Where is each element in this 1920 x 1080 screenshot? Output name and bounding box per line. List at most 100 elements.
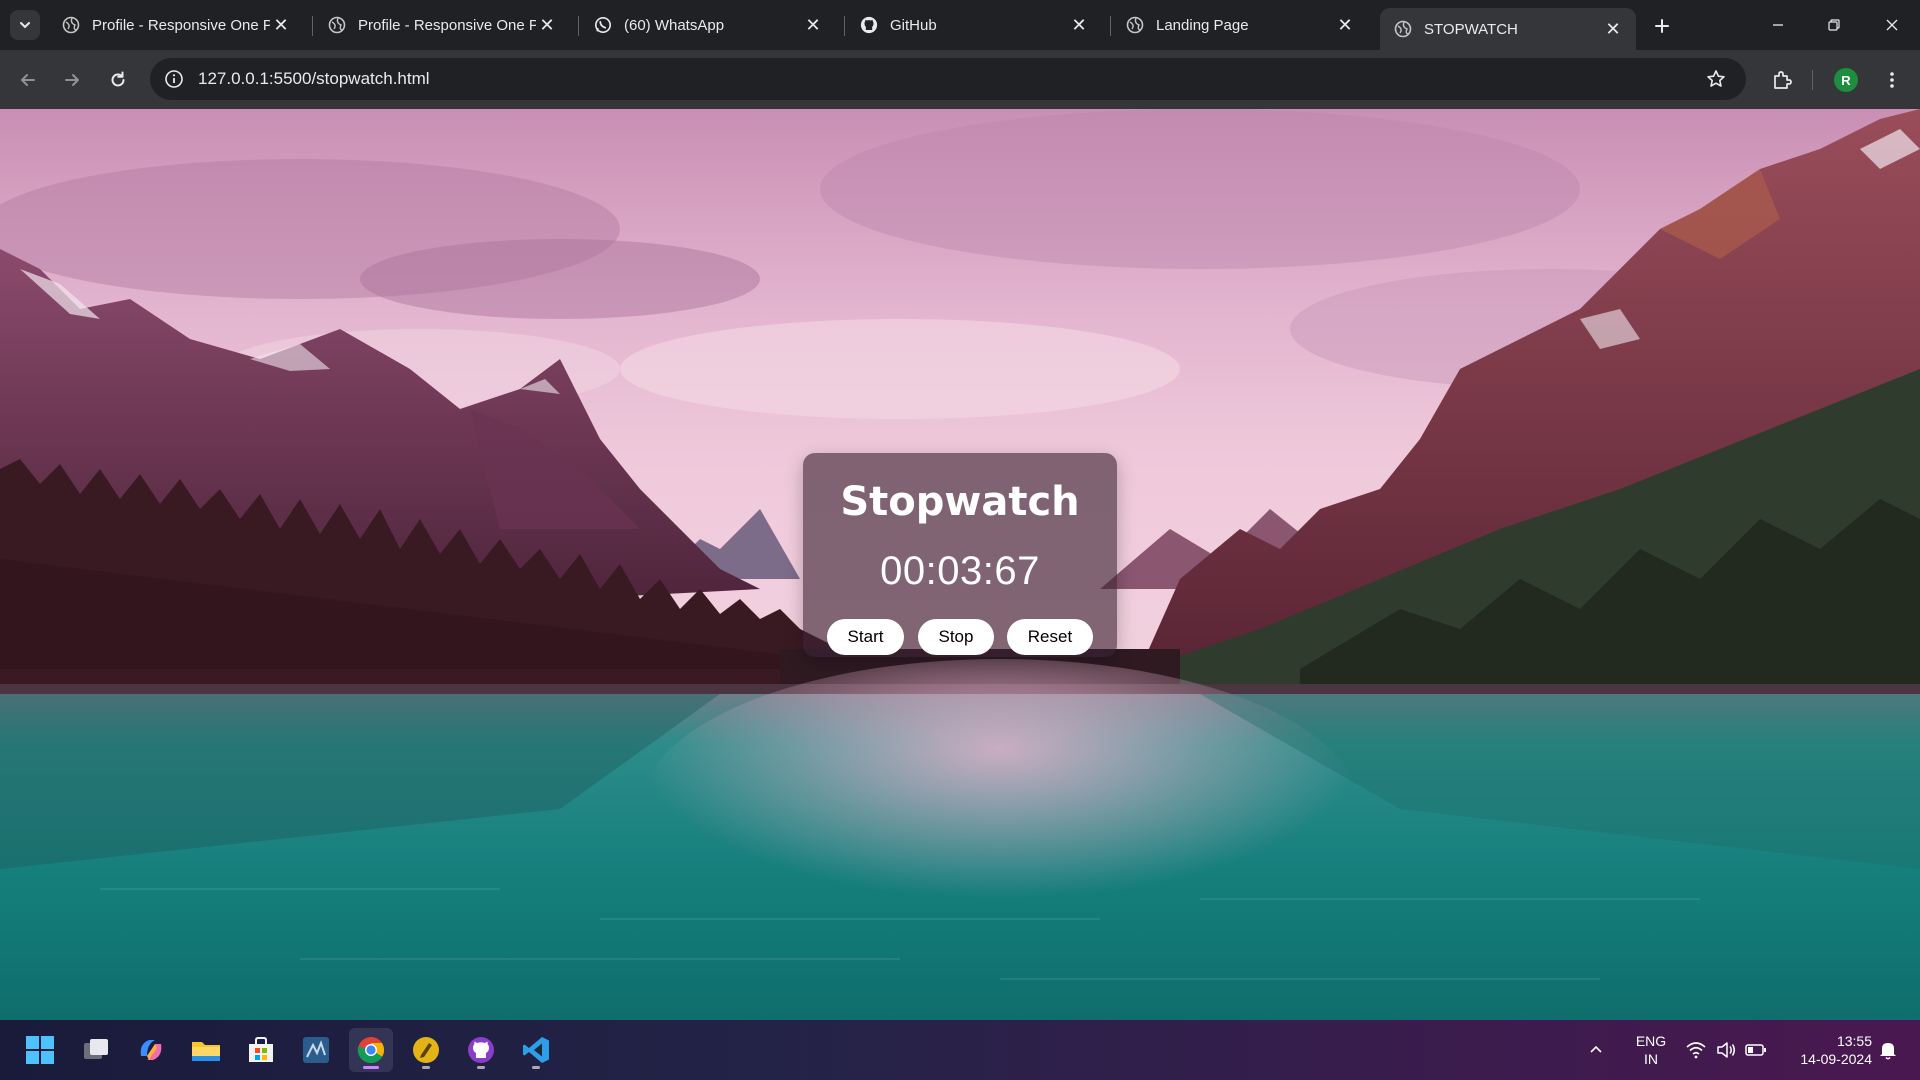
tab-title: Profile - Responsive One P <box>92 16 270 34</box>
stopwatch-display: 00:03:67 <box>880 549 1040 593</box>
tab-search-button[interactable] <box>10 10 40 40</box>
copilot-icon <box>140 1040 162 1060</box>
windows-start-icon <box>26 1036 54 1064</box>
github-desktop-icon <box>468 1037 494 1063</box>
running-indicator <box>477 1066 485 1069</box>
battery-icon <box>1745 1044 1766 1056</box>
vscode-button[interactable] <box>514 1028 558 1072</box>
browser-tab[interactable]: Profile - Responsive One P ✕ <box>48 8 304 42</box>
browser-tab[interactable]: Landing Page ✕ <box>1112 8 1368 42</box>
close-tab-icon[interactable]: ✕ <box>536 14 558 36</box>
running-indicator <box>532 1066 540 1069</box>
notes-app-icon <box>413 1037 439 1063</box>
file-explorer-button[interactable] <box>184 1028 228 1072</box>
show-hidden-icons-button[interactable] <box>1580 1034 1612 1066</box>
globe-icon <box>1126 16 1144 34</box>
tab-divider <box>844 16 845 36</box>
volume-button[interactable] <box>1710 1034 1742 1066</box>
browser-toolbar: 127.0.0.1:5500/stopwatch.html R <box>0 50 1920 109</box>
globe-icon <box>328 16 346 34</box>
battery-button[interactable] <box>1740 1034 1772 1066</box>
tab-divider <box>1110 16 1111 36</box>
tab-title: GitHub <box>890 16 937 34</box>
running-indicator <box>363 1066 379 1069</box>
input-language-indicator[interactable]: ENG IN <box>1628 1032 1674 1068</box>
close-tab-icon[interactable]: ✕ <box>1334 14 1356 36</box>
browser-menu-button[interactable] <box>1876 64 1908 96</box>
toolbar-divider <box>1812 70 1813 90</box>
new-tab-button[interactable] <box>1648 12 1676 40</box>
stop-button[interactable]: Stop <box>918 619 994 655</box>
arrow-right-icon <box>65 74 79 86</box>
more-vertical-icon <box>1890 72 1894 88</box>
back-button[interactable] <box>12 64 44 96</box>
start-button[interactable] <box>18 1028 62 1072</box>
browser-tab[interactable]: (60) WhatsApp ✕ <box>580 8 836 42</box>
forward-button[interactable] <box>56 64 88 96</box>
avatar: R <box>1834 68 1858 92</box>
notifications-button[interactable] <box>1872 1034 1904 1066</box>
close-tab-icon[interactable]: ✕ <box>802 14 824 36</box>
stopwatch-card: Stopwatch 00:03:67 Start Stop Reset <box>803 453 1117 657</box>
stopwatch-title: Stopwatch <box>840 479 1080 525</box>
microsoft-store-button[interactable] <box>239 1028 283 1072</box>
github-desktop-button[interactable] <box>459 1028 503 1072</box>
system-clock[interactable]: 13:55 14-09-2024 <box>1774 1032 1872 1068</box>
chevron-down-icon <box>20 22 30 29</box>
file-explorer-icon <box>192 1042 220 1061</box>
site-info-icon[interactable] <box>162 67 186 91</box>
tab-divider <box>578 16 579 36</box>
browser-tab[interactable]: GitHub ✕ <box>846 8 1102 42</box>
globe-icon <box>62 16 80 34</box>
minimize-button[interactable] <box>1756 8 1800 42</box>
reset-button[interactable]: Reset <box>1007 619 1093 655</box>
bell-icon <box>1880 1043 1896 1060</box>
microsoft-store-icon <box>249 1037 273 1062</box>
task-view-button[interactable] <box>74 1028 118 1072</box>
notes-app-button[interactable] <box>404 1028 448 1072</box>
language-code: ENG <box>1635 1033 1667 1049</box>
start-button[interactable]: Start <box>827 619 904 655</box>
browser-tab-active[interactable]: STOPWATCH ✕ <box>1380 8 1636 50</box>
windows-taskbar: ENG IN 13:55 14-09-2024 <box>0 1020 1920 1080</box>
restore-button[interactable] <box>1812 8 1856 42</box>
reload-icon <box>111 71 125 87</box>
task-view-icon <box>84 1039 108 1059</box>
vscode-icon <box>523 1037 549 1063</box>
close-window-button[interactable] <box>1870 8 1914 42</box>
tab-title: Profile - Responsive One P <box>358 16 536 34</box>
puzzle-icon <box>1774 71 1792 89</box>
arrow-left-icon <box>21 74 35 86</box>
close-tab-icon[interactable]: ✕ <box>1068 14 1090 36</box>
close-tab-icon[interactable]: ✕ <box>270 14 292 36</box>
restore-icon <box>1828 19 1840 31</box>
clock-time: 13:55 <box>1836 1033 1872 1049</box>
minimize-icon <box>1773 24 1783 26</box>
page-viewport: Stopwatch 00:03:67 Start Stop Reset <box>0 109 1920 1020</box>
reload-button[interactable] <box>102 64 134 96</box>
wifi-icon <box>1686 1042 1706 1059</box>
mysql-workbench-button[interactable] <box>294 1028 338 1072</box>
mysql-workbench-icon <box>303 1037 329 1063</box>
extensions-button[interactable] <box>1766 64 1798 96</box>
bookmark-star-icon[interactable] <box>1700 63 1732 95</box>
tab-divider <box>312 16 313 36</box>
browser-tab[interactable]: Profile - Responsive One P ✕ <box>314 8 570 42</box>
globe-icon <box>1394 20 1412 38</box>
chrome-taskbar-button[interactable] <box>349 1028 393 1072</box>
chrome-icon <box>357 1037 385 1064</box>
network-button[interactable] <box>1680 1034 1712 1066</box>
address-bar[interactable]: 127.0.0.1:5500/stopwatch.html <box>150 58 1746 100</box>
copilot-button[interactable] <box>129 1028 173 1072</box>
close-icon <box>1886 19 1898 31</box>
close-tab-icon[interactable]: ✕ <box>1602 18 1624 40</box>
github-icon <box>860 16 878 34</box>
running-indicator <box>422 1066 430 1069</box>
plus-icon <box>1655 19 1669 33</box>
language-region: IN <box>1644 1051 1658 1067</box>
speaker-icon <box>1717 1042 1735 1058</box>
tab-title: Landing Page <box>1156 16 1249 34</box>
url-text[interactable]: 127.0.0.1:5500/stopwatch.html <box>198 69 1700 89</box>
profile-button[interactable]: R <box>1830 64 1862 96</box>
whatsapp-icon <box>594 16 612 34</box>
